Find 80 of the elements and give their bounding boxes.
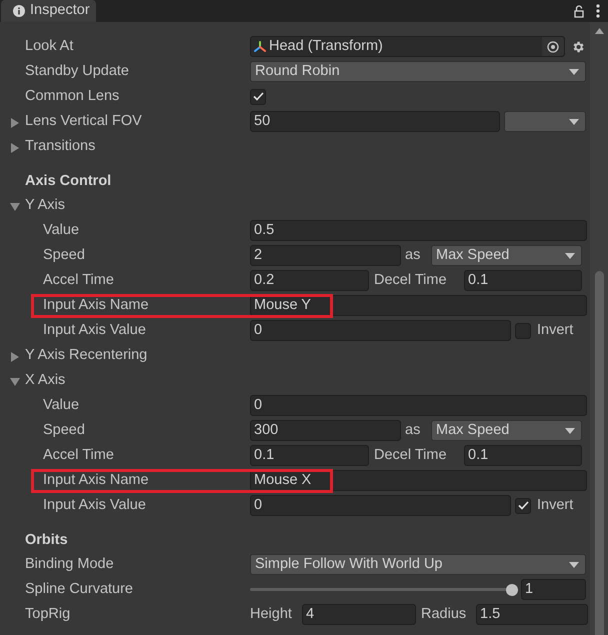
settings-icon[interactable] [571, 40, 585, 54]
radius-field[interactable]: 1.5 [476, 604, 588, 625]
speed-unit-label: as [405, 420, 422, 440]
invert-checkbox[interactable] [515, 322, 531, 338]
speed-unit-label: as [405, 246, 422, 265]
radius-label: Radius [421, 604, 468, 624]
invert-label: Invert [537, 496, 574, 515]
decel-time-field[interactable]: 0.1 [464, 270, 582, 291]
property-label: Common Lens [25, 88, 120, 104]
foldout-label[interactable]: Transitions [25, 138, 96, 154]
property-label: Input Axis Name [43, 296, 149, 313]
dropdown[interactable]: Round Robin [250, 61, 586, 82]
property-label: Look At [25, 38, 74, 54]
property-label: Accel Time [43, 446, 114, 463]
object-picker-button[interactable] [542, 37, 564, 56]
info-icon [13, 5, 25, 17]
expanded-triangle-icon[interactable] [10, 202, 20, 212]
value-field[interactable]: 0.5 [250, 220, 587, 241]
speed-field[interactable]: 300 [250, 420, 401, 441]
target-icon [547, 40, 559, 52]
decel-time-label: Decel Time [374, 270, 448, 290]
accel-time-field[interactable]: 0.2 [250, 270, 369, 291]
decel-time-field[interactable]: 0.1 [464, 445, 582, 466]
checkbox[interactable] [250, 88, 266, 104]
property-label: TopRig [25, 606, 70, 622]
value-field[interactable]: 0 [250, 495, 511, 516]
speed-mode-dropdown[interactable]: Max Speed [431, 420, 582, 441]
property-label: Value [43, 222, 80, 238]
inspector-tab[interactable]: Inspector [1, 0, 96, 22]
invert-label: Invert [537, 320, 574, 340]
caret-icon [569, 562, 579, 568]
slider-thumb[interactable] [506, 584, 518, 596]
property-label: Spline Curvature [25, 580, 133, 597]
collapsed-triangle-icon[interactable] [10, 118, 20, 128]
scrollbar-thumb[interactable] [594, 271, 604, 635]
value-field[interactable]: 0 [250, 320, 511, 341]
property-label: Speed [43, 246, 85, 263]
property-label: Speed [43, 422, 85, 438]
caret-icon [565, 252, 575, 258]
value-field[interactable]: 0 [250, 395, 587, 416]
property-label: Input Axis Value [43, 496, 146, 513]
check-icon [252, 92, 264, 101]
property-label: Value [43, 396, 80, 413]
caret-icon [565, 428, 575, 434]
scroll-up-arrow-icon[interactable] [594, 28, 604, 34]
speed-field[interactable]: 2 [250, 245, 401, 266]
speed-mode-dropdown[interactable]: Max Speed [431, 245, 582, 266]
foldout-label[interactable]: Y Axis Recentering [25, 346, 148, 363]
collapsed-triangle-icon[interactable] [10, 352, 20, 362]
slider[interactable] [250, 584, 518, 596]
more-options-icon[interactable] [596, 4, 600, 18]
invert-checkbox[interactable] [515, 498, 531, 514]
expanded-triangle-icon[interactable] [10, 376, 20, 387]
accel-time-field[interactable]: 0.1 [250, 445, 369, 466]
property-label: Input Axis Value [43, 322, 146, 338]
foldout-label[interactable]: Y Axis [25, 196, 66, 213]
value-field[interactable]: Mouse X [250, 470, 587, 491]
height-field[interactable]: 4 [302, 604, 416, 625]
transform-axes-icon [254, 40, 266, 52]
property-label: Standby Update [25, 62, 129, 79]
caret-icon [569, 68, 579, 74]
property-label: Accel Time [43, 272, 114, 288]
number-field[interactable]: 50 [250, 111, 500, 132]
value-field[interactable]: Mouse Y [250, 295, 587, 316]
section-header: Axis Control [25, 172, 112, 192]
foldout-label[interactable]: X Axis [25, 372, 66, 388]
object-field[interactable]: Head (Transform) [250, 36, 565, 57]
number-field[interactable]: 1 [521, 579, 586, 600]
tab-title: Inspector [30, 1, 90, 20]
decel-time-label: Decel Time [374, 446, 448, 465]
foldout-label[interactable]: Lens Vertical FOV [25, 112, 142, 129]
property-label: Input Axis Name [43, 472, 149, 488]
height-label: Height [250, 604, 293, 624]
check-icon [518, 501, 528, 510]
section-header: Orbits [25, 531, 68, 550]
caret-icon [569, 118, 579, 124]
dropdown[interactable]: Simple Follow With World Up [250, 554, 586, 575]
lock-icon[interactable] [574, 4, 584, 18]
collapsed-triangle-icon[interactable] [10, 142, 20, 153]
property-label: Binding Mode [25, 556, 114, 572]
